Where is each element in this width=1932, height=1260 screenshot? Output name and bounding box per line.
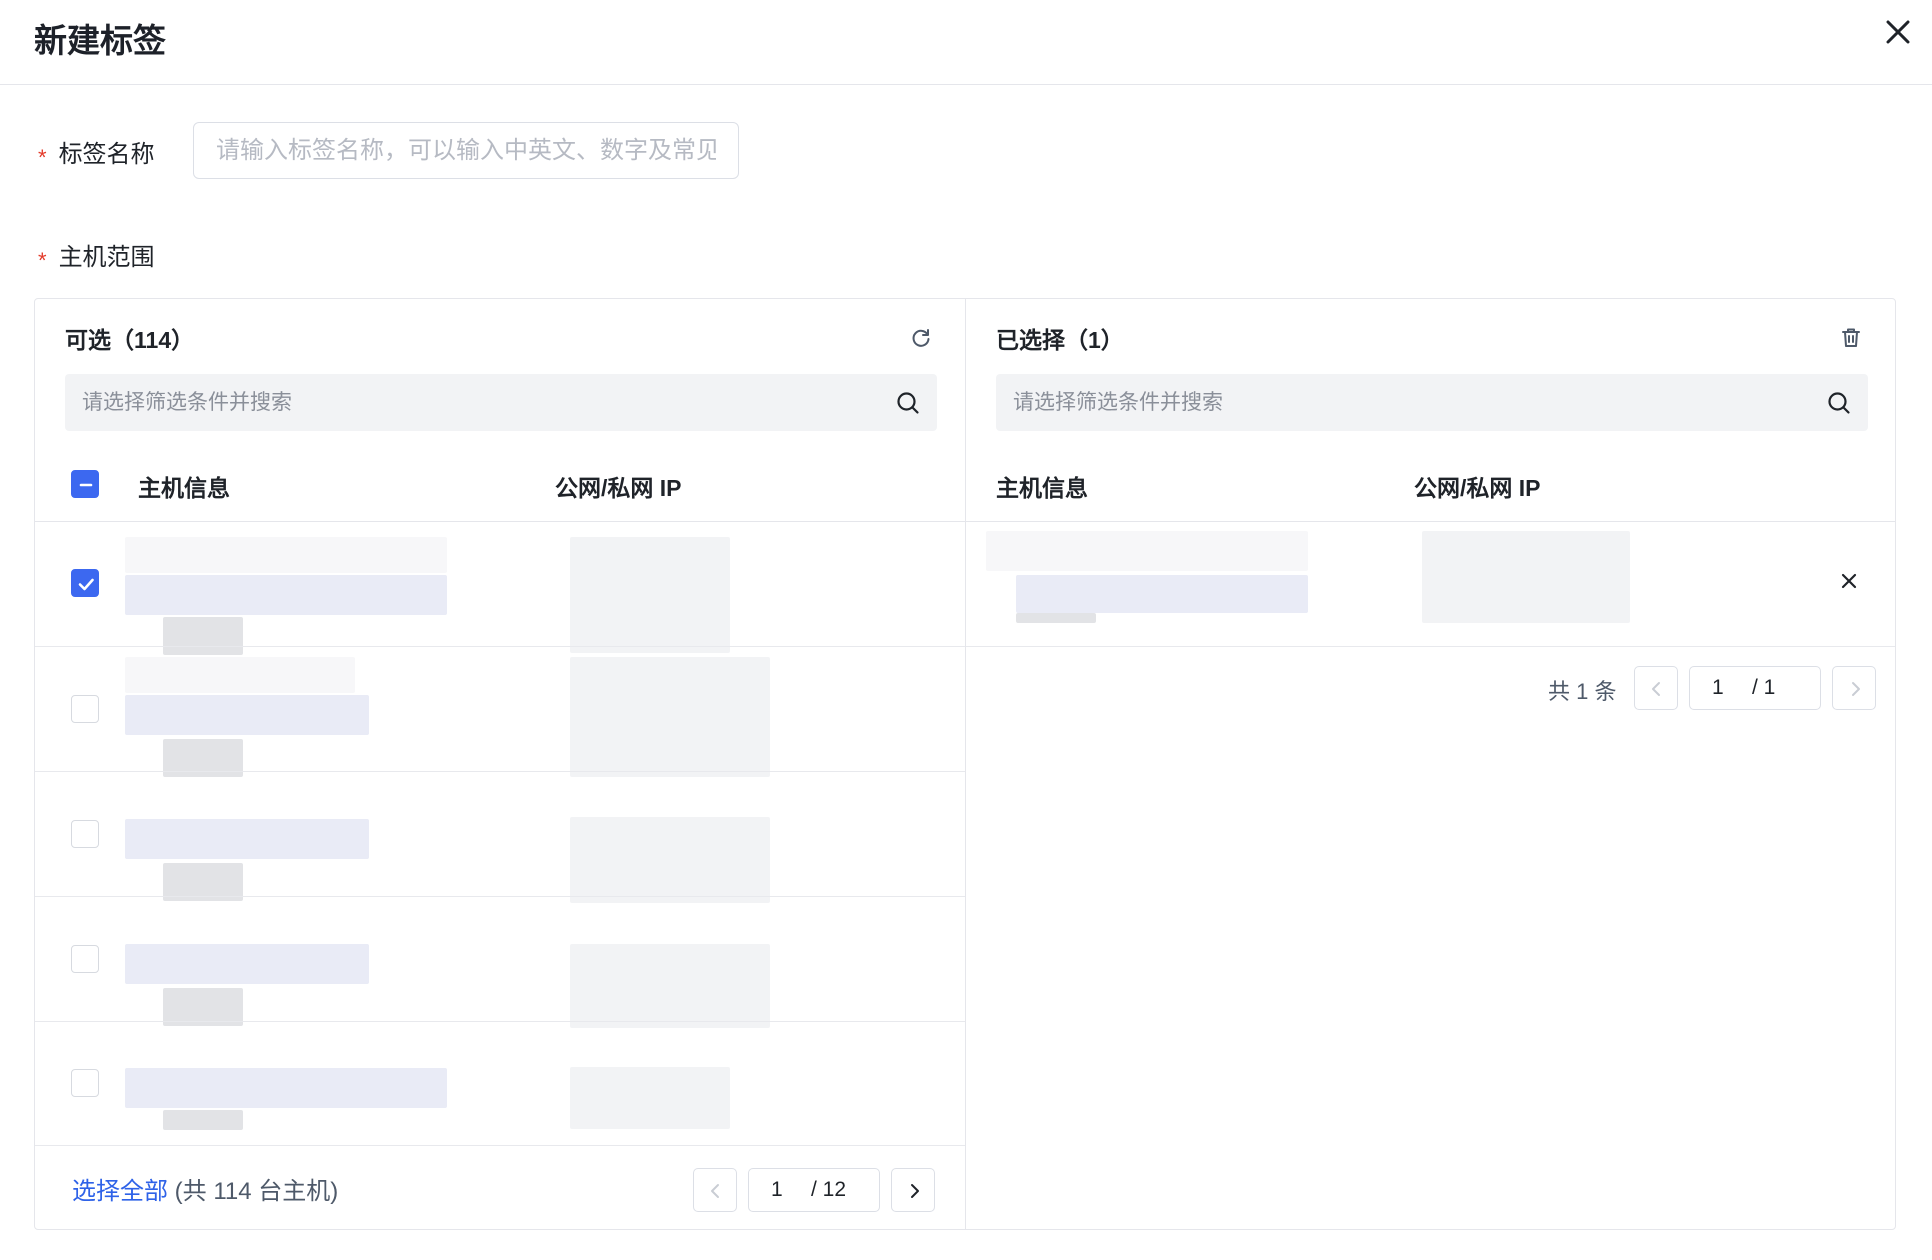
available-panel: 可选（114） 主机信息 公网/私网 IP (35, 299, 966, 1229)
host-id-redacted (125, 1068, 447, 1108)
host-id-redacted (125, 944, 369, 984)
available-panel-title: 可选（114） (65, 327, 195, 353)
current-page[interactable]: 1 (771, 1178, 783, 1202)
host-scope-label: * 主机范围 (38, 237, 155, 273)
host-name-redacted (125, 537, 447, 573)
select-all-footer: 选择全部 (共 114 台主机) (72, 1171, 338, 1206)
column-ip: 公网/私网 IP (1414, 475, 1541, 501)
prev-page-button[interactable] (1634, 666, 1678, 710)
tag-name-label-text: 标签名称 (58, 141, 155, 168)
host-name-redacted (986, 531, 1308, 571)
host-tag-redacted (163, 617, 243, 655)
select-all-link[interactable]: 选择全部 (72, 1178, 168, 1205)
page-indicator: 1 / 12 (748, 1168, 880, 1212)
ip-redacted (570, 657, 770, 777)
ip-redacted (570, 944, 770, 1028)
total-pages: / 12 (811, 1178, 847, 1201)
host-id-redacted (125, 695, 369, 735)
selected-search-input[interactable] (996, 374, 1868, 431)
row-divider (35, 896, 965, 897)
select-all-count: (共 114 台主机) (174, 1178, 339, 1205)
row-divider (35, 1021, 965, 1022)
search-icon[interactable] (1826, 390, 1852, 416)
host-id-redacted (125, 819, 369, 859)
select-all-checkbox[interactable] (71, 470, 99, 498)
selected-total: 共 1 条 (1548, 679, 1617, 704)
selected-panel: 已选择（1） 主机信息 公网/私网 IP 共 1 条 (966, 299, 1895, 1229)
search-icon[interactable] (895, 390, 921, 416)
close-icon[interactable] (1880, 14, 1916, 50)
row-divider (966, 646, 1895, 647)
row-divider (35, 1145, 965, 1146)
ip-redacted (570, 537, 730, 653)
tag-name-input[interactable] (193, 122, 739, 179)
available-search-input[interactable] (65, 374, 937, 431)
host-tag-redacted (163, 1110, 243, 1130)
ip-redacted (570, 817, 770, 903)
next-page-button[interactable] (891, 1168, 935, 1212)
row-checkbox[interactable] (71, 695, 99, 723)
host-scope-label-text: 主机范围 (58, 244, 155, 271)
tag-name-label: * 标签名称 (38, 134, 155, 170)
column-host-info: 主机信息 (138, 475, 230, 501)
row-checkbox[interactable] (71, 820, 99, 848)
dialog-title: 新建标签 (34, 22, 166, 59)
trash-icon[interactable] (1838, 325, 1864, 351)
selected-search[interactable] (996, 374, 1868, 431)
header-divider (966, 521, 1895, 522)
close-icon[interactable] (1837, 569, 1861, 593)
refresh-icon[interactable] (908, 325, 934, 351)
total-pages: / 1 (1752, 676, 1776, 699)
host-name-redacted (125, 657, 355, 693)
selected-panel-title: 已选择（1） (996, 327, 1124, 353)
required-mark: * (38, 145, 47, 170)
next-page-button[interactable] (1832, 666, 1876, 710)
row-checkbox[interactable] (71, 945, 99, 973)
host-transfer: 可选（114） 主机信息 公网/私网 IP (34, 298, 1896, 1230)
page-indicator: 1 / 1 (1689, 666, 1821, 710)
dialog-header: 新建标签 (0, 0, 1932, 85)
host-id-redacted (1016, 575, 1308, 613)
prev-page-button[interactable] (693, 1168, 737, 1212)
required-mark: * (38, 248, 47, 273)
host-tag-redacted (1016, 613, 1096, 623)
ip-redacted (1422, 531, 1630, 623)
current-page[interactable]: 1 (1712, 676, 1724, 700)
row-checkbox[interactable] (71, 1069, 99, 1097)
available-search[interactable] (65, 374, 937, 431)
column-ip: 公网/私网 IP (555, 475, 682, 501)
header-divider (35, 521, 966, 522)
row-divider (35, 771, 965, 772)
row-checkbox[interactable] (71, 569, 99, 597)
row-divider (35, 646, 965, 647)
host-id-redacted (125, 575, 447, 615)
ip-redacted (570, 1067, 730, 1129)
column-host-info: 主机信息 (996, 475, 1088, 501)
